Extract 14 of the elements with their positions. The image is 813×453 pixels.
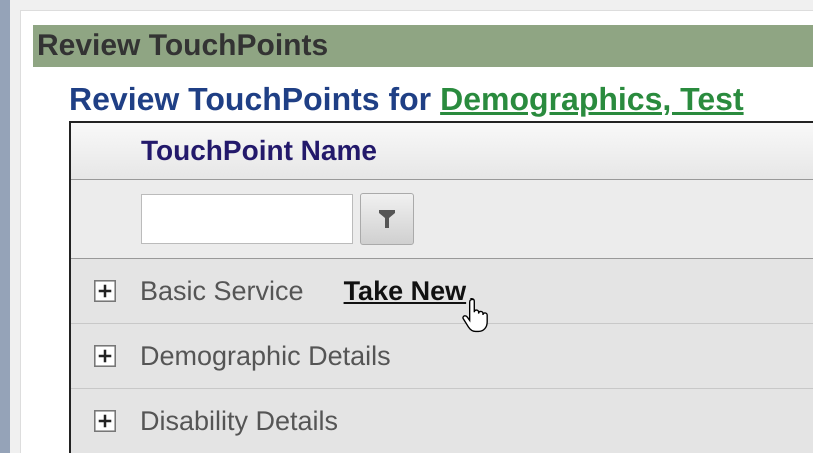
expand-toggle[interactable] [94, 280, 116, 302]
client-link[interactable]: Demographics, Test [440, 80, 744, 118]
filter-button[interactable] [360, 193, 414, 245]
column-header[interactable]: TouchPoint Name [141, 135, 377, 167]
filter-icon [379, 210, 395, 228]
touchpoint-name: Demographic Details [140, 340, 391, 372]
subtitle-text: Review TouchPoints for [69, 80, 432, 118]
expand-toggle[interactable] [94, 345, 116, 367]
take-new-link[interactable]: Take New [344, 276, 466, 306]
expand-toggle[interactable] [94, 410, 116, 432]
touchpoint-name: Disability Details [140, 406, 338, 436]
filter-field[interactable] [141, 194, 353, 244]
panel-title: Review TouchPoints [37, 29, 328, 63]
touchpoint-name: Basic Service [140, 276, 304, 306]
